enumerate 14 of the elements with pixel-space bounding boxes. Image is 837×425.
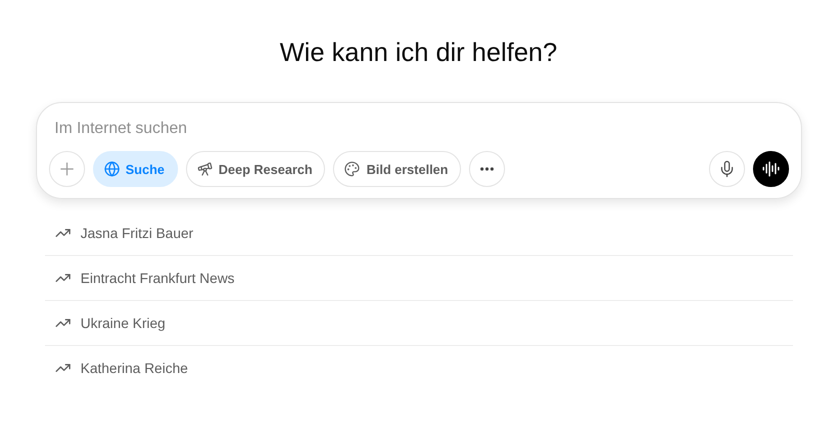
palette-icon [344,161,360,177]
tool-button[interactable]: Bild erstellen [333,151,462,187]
globe-icon [104,161,120,177]
more-icon [480,167,494,171]
suggestion-item[interactable]: Katherina Reiche [44,346,792,391]
audio-lines-icon [762,160,780,178]
suggestion-item[interactable]: Jasna Fritzi Bauer [44,211,792,256]
tool-button[interactable]: Deep Research [186,151,326,187]
suggestion-item[interactable]: Ukraine Krieg [44,301,792,346]
page-heading: Wie kann ich dir helfen? [280,36,558,69]
telescope-icon [196,161,213,177]
microphone-button[interactable] [708,151,744,187]
suggestion-item[interactable]: Eintracht Frankfurt News [44,256,792,301]
voice-button[interactable] [752,151,788,187]
